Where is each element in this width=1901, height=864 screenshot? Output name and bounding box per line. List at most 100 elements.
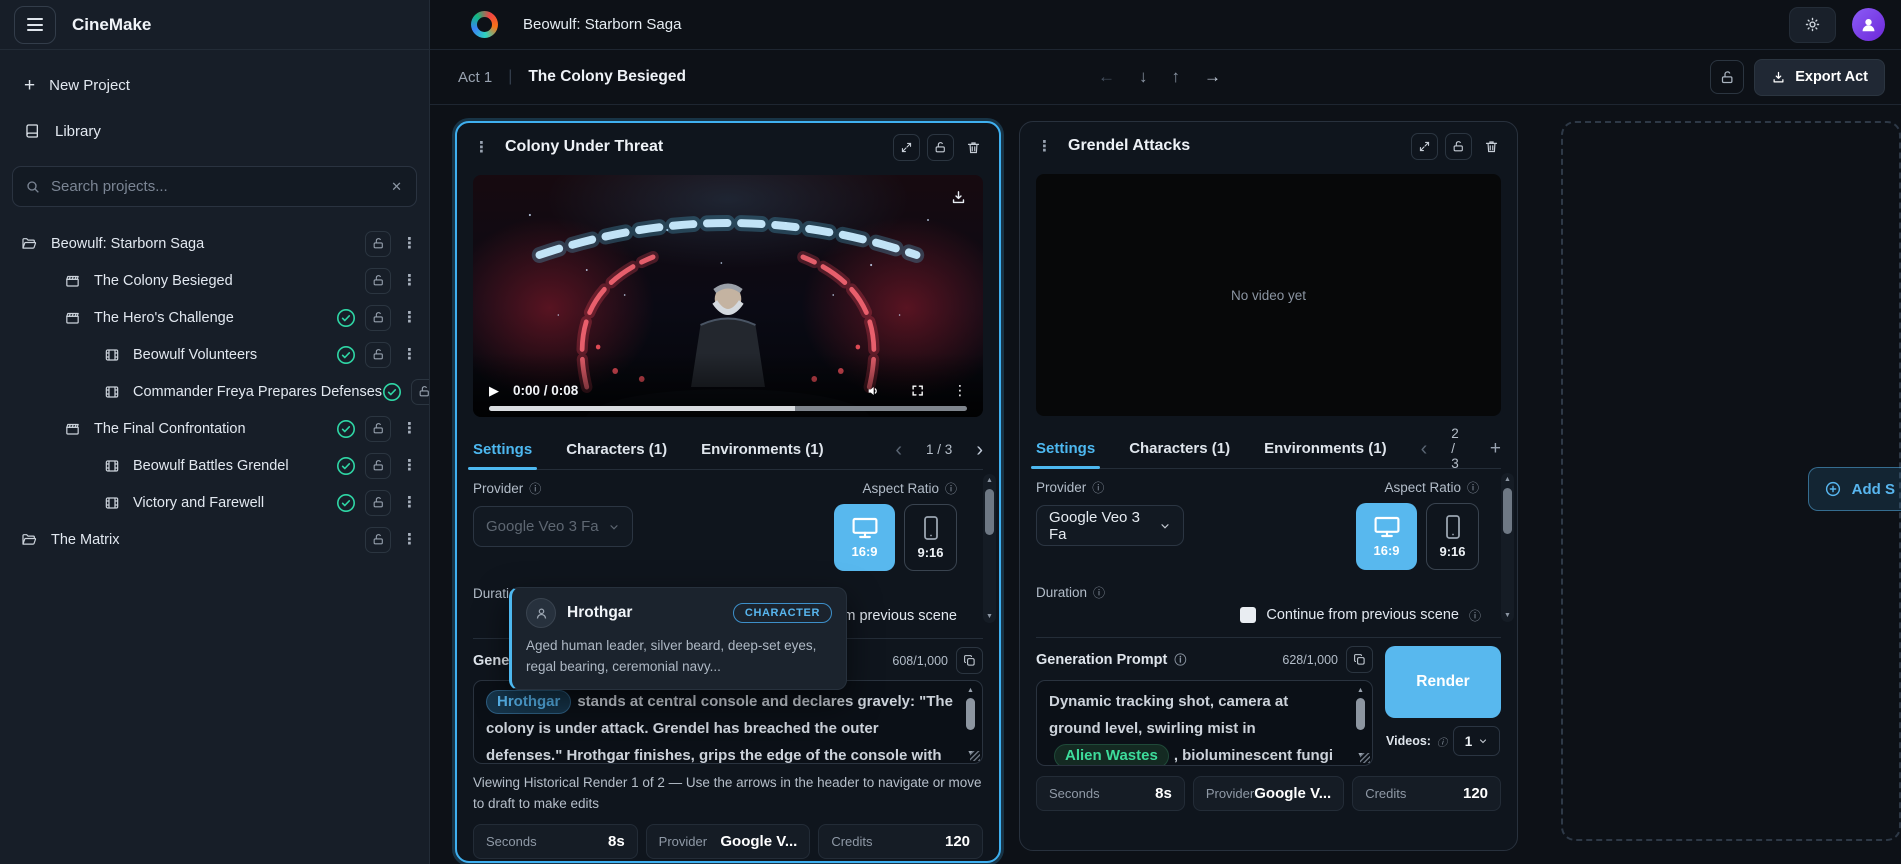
info-icon[interactable]: ⓘ [1469,607,1481,624]
generation-prompt-textarea[interactable]: Dynamic tracking shot, camera at ground … [1036,680,1373,766]
tab-environments[interactable]: Environments (1) [1264,429,1387,468]
unlock-icon[interactable] [365,526,391,553]
unlock-icon[interactable] [365,341,391,368]
fullscreen-icon[interactable] [910,383,925,398]
render-button[interactable]: Render [1385,646,1501,718]
info-icon[interactable]: ⓘ [529,480,541,497]
prompt-scrollbar[interactable]: ▲ ▼ [1353,685,1368,761]
tab-environments[interactable]: Environments (1) [701,430,824,469]
page-prev-icon[interactable]: ‹ [895,440,902,460]
copy-prompt-button[interactable] [956,647,983,674]
info-icon[interactable]: ⓘ [1437,734,1447,749]
page-prev-icon[interactable]: ‹ [1421,439,1428,459]
hamburger-menu-button[interactable] [14,5,56,44]
scroll-up-icon[interactable]: ▲ [986,477,993,484]
provider-select[interactable]: Google Veo 3 Fa [1036,505,1184,546]
page-next-icon[interactable]: › [976,440,983,460]
scrollbar-thumb[interactable] [1503,488,1512,534]
scrollbar-thumb[interactable] [966,698,975,730]
scroll-down-icon[interactable]: ▼ [986,613,993,620]
resize-handle[interactable] [970,751,980,761]
sidebar-item-beowulf-volunteers[interactable]: Beowulf Volunteers ⋮ [0,336,429,373]
sidebar-item-the-colony-besieged[interactable]: The Colony Besieged ⋮ [0,262,429,299]
scrollbar-thumb[interactable] [985,489,994,535]
scroll-up-icon[interactable]: ▲ [967,687,974,694]
tab-characters[interactable]: Characters (1) [1129,429,1230,468]
generation-prompt-textarea[interactable]: Hrothgar stands at central console and de… [473,680,983,764]
drag-handle-icon[interactable]: ⋮ [471,138,492,156]
sidebar-item-victory-and-farewell[interactable]: Victory and Farewell ⋮ [0,484,429,521]
volume-icon[interactable] [866,383,882,399]
resize-handle[interactable] [1360,753,1370,763]
kebab-menu-icon[interactable]: ⋮ [400,532,419,547]
kebab-menu-icon[interactable]: ⋮ [400,236,419,251]
play-icon[interactable]: ▶ [489,383,499,399]
unlock-icon[interactable] [365,304,391,331]
video-menu-icon[interactable]: ⋮ [953,382,967,399]
settings-scrollbar[interactable]: ▲ ▼ [983,474,996,623]
character-chip[interactable]: Hrothgar [486,690,572,714]
scrollbar-thumb[interactable] [1356,698,1365,730]
sidebar-item-commander-freya-prepares-defenses[interactable]: Commander Freya Prepares Defenses ⋮ [0,373,429,410]
delete-scene-button[interactable] [961,134,985,161]
user-avatar[interactable] [1852,8,1885,41]
scroll-up-icon[interactable]: ▲ [1504,476,1511,483]
export-act-button[interactable]: Export Act [1754,58,1885,96]
settings-scrollbar[interactable]: ▲ ▼ [1501,473,1514,622]
video-player[interactable]: ▶ 0:00 / 0:08 ⋮ [473,175,983,417]
scroll-up-icon[interactable]: ▲ [1357,687,1364,694]
aspect-16-9-button[interactable]: 16:9 [834,504,895,571]
environment-chip[interactable]: Alien Wastes [1054,744,1169,765]
kebab-menu-icon[interactable]: ⋮ [400,458,419,473]
sidebar-item-the-matrix[interactable]: The Matrix ⋮ [0,521,429,558]
sidebar-item-beowulf-starborn-saga[interactable]: Beowulf: Starborn Saga ⋮ [0,225,429,262]
drag-handle-icon[interactable]: ⋮ [1034,137,1055,155]
nav-left-icon[interactable]: ← [1098,67,1115,87]
copy-prompt-button[interactable] [1346,646,1373,673]
tab-settings[interactable]: Settings [467,430,538,470]
unlock-icon[interactable] [365,452,391,479]
add-page-icon[interactable]: + [1490,438,1501,460]
unlock-icon[interactable] [411,378,429,405]
expand-scene-button[interactable] [1411,132,1438,160]
nav-up-icon[interactable]: ↑ [1172,67,1181,87]
unlock-icon[interactable] [365,267,391,294]
nav-right-icon[interactable]: → [1204,67,1221,87]
info-icon[interactable]: ⓘ [1467,479,1479,496]
unlock-icon[interactable] [365,415,391,442]
lock-scene-button[interactable] [1445,132,1472,160]
scene-card-grendel-attacks[interactable]: ⋮ Grendel Attacks No video yet Settings … [1019,121,1518,851]
aspect-9-16-button[interactable]: 9:16 [1426,503,1479,570]
lock-scene-button[interactable] [927,133,954,161]
kebab-menu-icon[interactable]: ⋮ [400,310,419,325]
info-icon[interactable]: ⓘ [1092,479,1104,496]
info-icon[interactable]: ⓘ [1174,651,1186,668]
theme-toggle-button[interactable] [1789,6,1836,43]
continue-checkbox[interactable] [1240,607,1257,623]
sidebar-item-the-heros-challenge[interactable]: The Hero's Challenge ⋮ [0,299,429,336]
unlock-icon[interactable] [365,230,391,257]
scroll-down-icon[interactable]: ▼ [1504,612,1511,619]
delete-scene-button[interactable] [1479,133,1503,160]
info-icon[interactable]: ⓘ [1093,584,1105,601]
tab-characters[interactable]: Characters (1) [566,430,667,469]
kebab-menu-icon[interactable]: ⋮ [400,421,419,436]
search-box[interactable]: ✕ [12,166,417,207]
library-button[interactable]: Library [4,108,425,154]
kebab-menu-icon[interactable]: ⋮ [400,347,419,362]
aspect-9-16-button[interactable]: 9:16 [904,504,957,571]
video-download-icon[interactable] [950,189,967,206]
aspect-16-9-button[interactable]: 16:9 [1356,503,1417,570]
kebab-menu-icon[interactable]: ⋮ [400,273,419,288]
scene-card-colony-under-threat[interactable]: ⋮ Colony Under Threat ▶ 0:00 / 0:08 ⋮ Se… [455,121,1001,863]
clear-search-icon[interactable]: ✕ [389,177,404,197]
tab-settings[interactable]: Settings [1030,429,1101,469]
search-input[interactable] [51,178,380,195]
act-lock-button[interactable] [1710,60,1745,94]
sidebar-item-beowulf-battles-grendel[interactable]: Beowulf Battles Grendel ⋮ [0,447,429,484]
info-icon[interactable]: ⓘ [945,480,957,497]
video-progress-bar[interactable] [489,406,967,411]
kebab-menu-icon[interactable]: ⋮ [400,495,419,510]
nav-down-icon[interactable]: ↓ [1139,67,1148,87]
unlock-icon[interactable] [365,489,391,516]
